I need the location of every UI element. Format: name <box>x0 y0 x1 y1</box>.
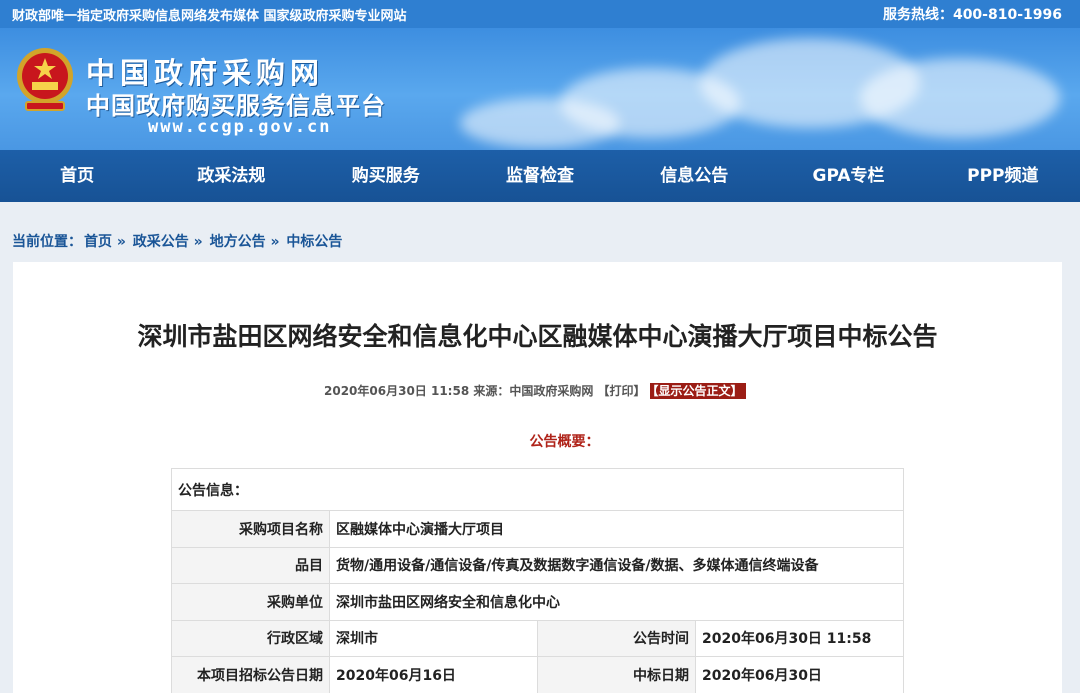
summary-label: 公告概要： <box>529 434 600 450</box>
nav-item-home[interactable]: 首页 <box>0 150 154 202</box>
breadcrumb-prefix: 当前位置： <box>12 234 82 250</box>
table-row: 采购项目名称 区融媒体中心演播大厅项目 <box>171 510 904 548</box>
nav-item-purchase-services[interactable]: 购买服务 <box>309 150 463 202</box>
table-row: 采购单位 深圳市盐田区网络安全和信息化中心 <box>171 583 904 621</box>
nav-item-gpa[interactable]: GPA专栏 <box>771 150 925 202</box>
field-value: 区融媒体中心演播大厅项目 <box>329 510 904 548</box>
breadcrumb: 当前位置： 首页 » 政采公告 » 地方公告 » 中标公告 <box>12 231 344 251</box>
field-value: 2020年06月16日 <box>329 656 538 693</box>
article-panel: 深圳市盐田区网络安全和信息化中心区融媒体中心演播大厅项目中标公告 2020年06… <box>13 262 1062 693</box>
breadcrumb-local-announcements[interactable]: 地方公告 » <box>210 234 280 250</box>
field-label: 采购项目名称 <box>171 510 330 548</box>
field-label: 行政区域 <box>171 619 330 657</box>
field-value: 深圳市 <box>329 619 538 657</box>
announcement-info-table: 公告信息： 采购项目名称 区融媒体中心演播大厅项目 品目 货物/通用设备/通信设… <box>171 468 904 693</box>
field-value: 深圳市盐田区网络安全和信息化中心 <box>329 583 904 621</box>
field-label: 中标日期 <box>537 656 696 693</box>
national-emblem-icon[interactable] <box>14 46 76 112</box>
breadcrumb-home[interactable]: 首页 » <box>84 234 126 250</box>
field-label: 公告时间 <box>537 619 696 657</box>
table-row: 品目 货物/通用设备/通信设备/传真及数据数字通信设备/数据、多媒体通信终端设备 <box>171 546 904 584</box>
slogan-text: 财政部唯一指定政府采购信息网络发布媒体 国家级政府采购专业网站 <box>12 9 407 24</box>
table-row: 本项目招标公告日期 2020年06月16日 中标日期 2020年06月30日 <box>171 656 904 693</box>
main-nav: 首页 政采法规 购买服务 监督检查 信息公告 GPA专栏 PPP频道 <box>0 150 1080 202</box>
site-banner: 中国政府采购网 中国政府购买服务信息平台 www.ccgp.gov.cn <box>0 28 1080 150</box>
article-title: 深圳市盐田区网络安全和信息化中心区融媒体中心演播大厅项目中标公告 <box>137 322 938 351</box>
field-label: 本项目招标公告日期 <box>171 656 330 693</box>
site-url: www.ccgp.gov.cn <box>148 117 332 137</box>
hotline-text: 服务热线：400-810-1996 <box>882 7 1062 23</box>
table-header: 公告信息： <box>171 468 904 511</box>
article-meta-text: 2020年06月30日 11:58 来源：中国政府采购网 【打印】 <box>324 384 646 398</box>
article-meta: 2020年06月30日 11:58 来源：中国政府采购网 【打印】 【显示公告正文… <box>324 382 746 399</box>
breadcrumb-award-announcements[interactable]: 中标公告 <box>286 234 342 250</box>
field-value: 2020年06月30日 11:58 <box>695 619 904 657</box>
table-row: 公告信息： <box>171 468 904 511</box>
field-value: 2020年06月30日 <box>695 656 904 693</box>
nav-item-announcements[interactable]: 信息公告 <box>617 150 771 202</box>
show-content-button[interactable]: 【显示公告正文】 <box>649 383 746 399</box>
table-row: 行政区域 深圳市 公告时间 2020年06月30日 11:58 <box>171 619 904 657</box>
nav-item-regulations[interactable]: 政采法规 <box>154 150 308 202</box>
breadcrumb-gov-announcements[interactable]: 政采公告 » <box>133 234 203 250</box>
cloud-decoration <box>860 58 1060 138</box>
cloud-decoration <box>460 98 620 148</box>
nav-item-supervision[interactable]: 监督检查 <box>463 150 617 202</box>
top-info-bar: 财政部唯一指定政府采购信息网络发布媒体 国家级政府采购专业网站 服务热线：400… <box>0 0 1080 28</box>
site-subtitle: 中国政府购买服务信息平台 <box>86 92 386 120</box>
field-label: 采购单位 <box>171 583 330 621</box>
field-value: 货物/通用设备/通信设备/传真及数据数字通信设备/数据、多媒体通信终端设备 <box>329 546 904 584</box>
field-label: 品目 <box>171 546 330 584</box>
nav-item-ppp[interactable]: PPP频道 <box>926 150 1080 202</box>
